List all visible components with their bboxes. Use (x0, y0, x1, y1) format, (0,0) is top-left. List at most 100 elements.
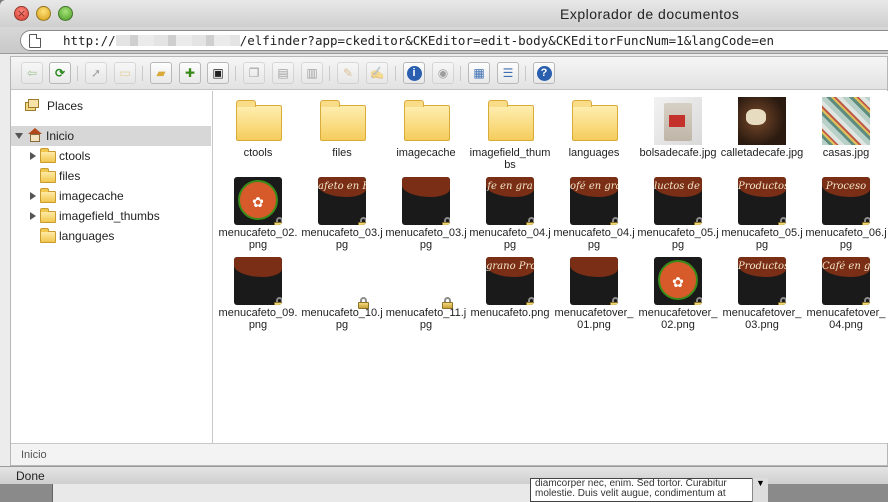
info-button[interactable]: i (403, 62, 425, 84)
places-header[interactable]: Places (25, 97, 83, 115)
image-thumbnail: luctos de C (654, 177, 702, 225)
expand-arrow-icon[interactable] (30, 212, 36, 220)
preview-button[interactable]: ◉ (432, 62, 454, 84)
url-text[interactable]: http:// /elfinder?app=ckeditor&CKEditor=e… (63, 33, 774, 48)
folder-icon (40, 168, 56, 183)
file-item[interactable]: calletadecafe.jpg (720, 93, 804, 173)
file-item[interactable]: afeto en F menucafeto_03.jpg (300, 173, 384, 253)
file-item[interactable]: menucafeto_03.jpg (384, 173, 468, 253)
image-thumbnail (402, 177, 450, 225)
tree-item-imagefield-thumbs[interactable]: imagefield_thumbs (11, 206, 211, 226)
new-folder-button[interactable]: ▰ (150, 62, 172, 84)
file-item[interactable]: menucafetover_01.png (552, 253, 636, 333)
url-suffix: /elfinder?app=ckeditor&CKEditor=edit-bod… (239, 33, 775, 48)
toolbar-separator (395, 66, 396, 81)
tree-item-label: imagecache (59, 189, 124, 203)
copy-icon: ❐ (248, 66, 260, 80)
home-icon (28, 128, 42, 142)
file-item[interactable]: bolsadecafe.jpg (636, 93, 720, 173)
help-button[interactable]: ? (533, 62, 555, 84)
expand-arrow-icon[interactable] (15, 133, 23, 139)
tree-item-languages[interactable]: languages (11, 226, 211, 246)
thumbnail-text: Proceso (825, 181, 867, 192)
zoom-button[interactable] (58, 6, 73, 21)
new-file-icon: ✚ (184, 66, 196, 80)
expand-arrow-icon[interactable] (30, 152, 36, 160)
item-label: languages (568, 147, 620, 159)
folder-item[interactable]: imagefield_thumbs (468, 93, 552, 173)
folder-icon (486, 97, 534, 145)
tree-item-imagecache[interactable]: imagecache (11, 186, 211, 206)
folder-icon (40, 228, 56, 243)
rename-button[interactable]: ✎ (337, 62, 359, 84)
item-label: menucafeto_09.png (218, 307, 298, 331)
image-thumbnail: ofé en gra (570, 177, 618, 225)
page-icon (29, 34, 41, 48)
file-item[interactable]: Productos de Café menucafeto_05.jpg (720, 173, 804, 253)
lock-icon (610, 297, 618, 305)
delete-button[interactable]: ▥ (301, 62, 323, 84)
thumbnail-text: ofé en gra (570, 181, 618, 192)
edit-button[interactable]: ✍ (366, 62, 388, 84)
lock-icon (778, 217, 786, 225)
item-label: menucafeto_11.jpg (385, 307, 467, 331)
image-thumbnail: Proceso (822, 177, 870, 225)
copy-button[interactable]: ❐ (243, 62, 265, 84)
item-label: menucafeto_04.jpg (553, 227, 635, 251)
file-item[interactable]: Café en grano menucafetover_04.png (804, 253, 888, 333)
file-manager: ⇦ ⟳ ➚ ▭ ▰ ✚ ▣ ❐ ▤ ▥ ✎ ✍ i ◉ ▦ ☰ ? Places… (10, 56, 888, 466)
file-item[interactable]: Proceso menucafeto_06.jpg (804, 173, 888, 253)
tree-item-label: languages (59, 229, 115, 243)
folder-item[interactable]: imagecache (384, 93, 468, 173)
image-thumbnail (654, 97, 702, 145)
back-arrow-icon: ⇦ (26, 66, 38, 80)
back-button[interactable]: ⇦ (21, 62, 43, 84)
eye-icon: ◉ (437, 66, 449, 80)
tree-root-inicio[interactable]: Inicio (11, 126, 211, 146)
upload-button[interactable]: ▣ (207, 62, 229, 84)
icons-view-button[interactable]: ▦ (468, 62, 490, 84)
tree-item-label: ctools (59, 149, 91, 163)
tree-item-files[interactable]: files (11, 166, 211, 186)
folder-item[interactable]: languages (552, 93, 636, 173)
file-item[interactable]: ofé en gra menucafeto_04.jpg (552, 173, 636, 253)
paste-button[interactable]: ▤ (272, 62, 294, 84)
item-label: menucafeto_05.jpg (637, 227, 719, 251)
reload-button[interactable]: ⟳ (49, 62, 71, 84)
file-item[interactable]: Productos de Café menucafetover_03.png (720, 253, 804, 333)
lock-icon (694, 217, 702, 225)
expand-arrow-icon[interactable] (30, 192, 36, 200)
thumbnail-text: afeto en F (318, 181, 366, 192)
tree-item-ctools[interactable]: ctools (11, 146, 211, 166)
file-item[interactable]: menucafeto_11.jpg (384, 253, 468, 333)
open-button[interactable]: ▭ (114, 62, 136, 84)
lock-icon (442, 217, 450, 225)
file-item[interactable]: luctos de C menucafeto_05.jpg (636, 173, 720, 253)
lock-icon (274, 297, 282, 305)
file-item[interactable]: ✿ menucafetover_02.png (636, 253, 720, 333)
select-button[interactable]: ➚ (85, 62, 107, 84)
close-button[interactable]: × (14, 6, 29, 21)
pencil-icon: ✎ (342, 66, 354, 80)
toolbar-separator (525, 66, 526, 81)
item-label: menucafeto_04.jpg (469, 227, 551, 251)
thumbnail-text: grano Productos de Café (486, 261, 534, 272)
url-field[interactable]: http:// /elfinder?app=ckeditor&CKEditor=e… (20, 30, 888, 51)
file-item[interactable]: casas.jpg (804, 93, 888, 173)
file-item[interactable]: menucafeto_09.png (216, 253, 300, 333)
image-thumbnail: Productos de Café (738, 177, 786, 225)
list-view-button[interactable]: ☰ (497, 62, 519, 84)
new-file-button[interactable]: ✚ (179, 62, 201, 84)
folder-item[interactable]: files (300, 93, 384, 173)
thumbnail-text: Productos de Café (738, 181, 786, 192)
folder-item[interactable]: ctools (216, 93, 300, 173)
image-thumbnail (234, 257, 282, 305)
file-item[interactable]: ✿ menucafeto_02.png (216, 173, 300, 253)
minimize-button[interactable] (36, 6, 51, 21)
item-label: menucafeto_10.jpg (301, 307, 383, 331)
file-item[interactable]: grano Productos de Café menucafeto.png (468, 253, 552, 333)
lock-icon (694, 297, 702, 305)
file-item[interactable]: fe en gra menucafeto_04.jpg (468, 173, 552, 253)
title-bar: × Explorador de documentos (0, 0, 888, 27)
file-item[interactable]: menucafeto_10.jpg (300, 253, 384, 333)
